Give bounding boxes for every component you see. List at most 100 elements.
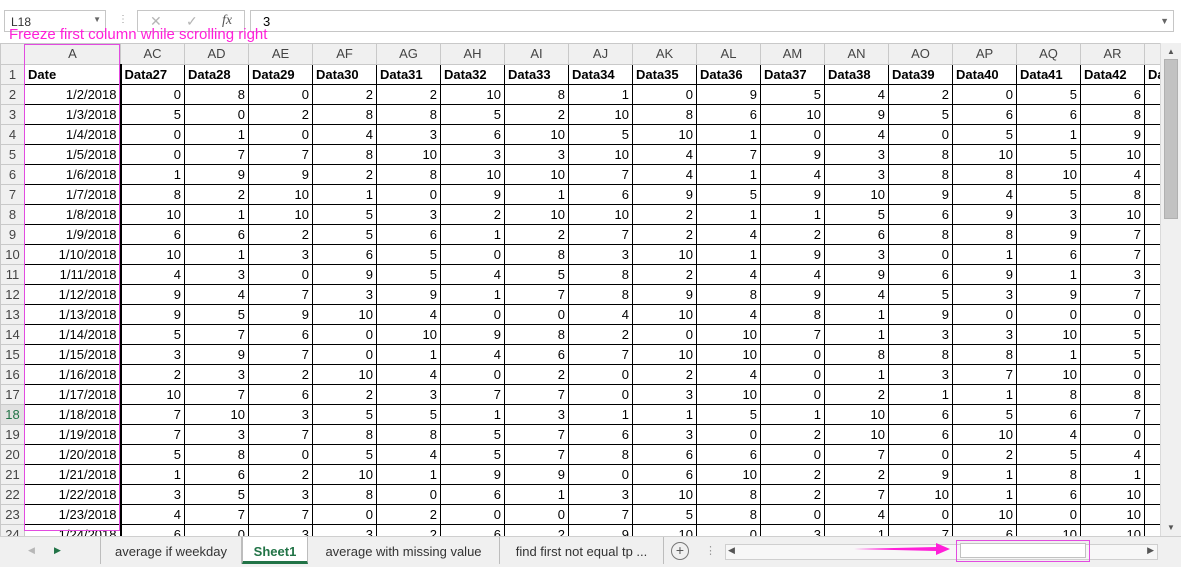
- date-cell[interactable]: 1/13/2018: [24, 304, 122, 325]
- data-cell[interactable]: 3: [376, 124, 441, 145]
- data-cell[interactable]: 1: [952, 244, 1017, 265]
- column-header[interactable]: AJ: [568, 43, 633, 65]
- data-cell[interactable]: 1: [376, 464, 441, 485]
- data-cell[interactable]: 2: [376, 84, 441, 105]
- data-cell[interactable]: 10: [632, 344, 697, 365]
- data-cell[interactable]: 10: [1016, 524, 1081, 536]
- data-cell[interactable]: 10: [120, 384, 185, 405]
- data-cell[interactable]: 6: [184, 224, 249, 245]
- data-cell[interactable]: 0: [248, 444, 313, 465]
- data-cell[interactable]: 9: [696, 84, 761, 105]
- row-header[interactable]: 12: [0, 284, 25, 305]
- data-cell[interactable]: 2: [504, 524, 569, 536]
- data-cell[interactable]: 5: [376, 404, 441, 425]
- data-cell[interactable]: 4: [760, 164, 825, 185]
- data-cell[interactable]: 8: [312, 484, 377, 505]
- data-cell[interactable]: 0: [952, 84, 1017, 105]
- worksheet-grid[interactable]: AACADAEAFAGAHAIAJAKALAMANAOAPAQARA1DateD…: [0, 43, 1160, 536]
- scroll-down-icon[interactable]: ▼: [1167, 523, 1175, 532]
- data-cell[interactable]: 8: [184, 84, 249, 105]
- data-cell[interactable]: 1: [824, 524, 889, 536]
- data-cell[interactable]: 8: [760, 304, 825, 325]
- data-cell[interactable]: 10: [696, 344, 761, 365]
- data-cell[interactable]: 8: [952, 224, 1017, 245]
- data-cell[interactable]: 4: [824, 284, 889, 305]
- data-cell[interactable]: 1: [1016, 344, 1081, 365]
- header-cell[interactable]: Data38: [824, 64, 889, 85]
- data-cell[interactable]: [1144, 124, 1160, 145]
- data-cell[interactable]: [1144, 284, 1160, 305]
- data-cell[interactable]: 0: [312, 324, 377, 345]
- column-header[interactable]: AF: [312, 43, 377, 65]
- data-cell[interactable]: 3: [504, 144, 569, 165]
- data-cell[interactable]: 8: [696, 284, 761, 305]
- data-cell[interactable]: 0: [312, 344, 377, 365]
- data-cell[interactable]: 10: [568, 144, 633, 165]
- data-cell[interactable]: 10: [120, 204, 185, 225]
- header-cell[interactable]: Data34: [568, 64, 633, 85]
- data-cell[interactable]: [1144, 384, 1160, 405]
- data-cell[interactable]: 2: [184, 184, 249, 205]
- data-cell[interactable]: 9: [184, 164, 249, 185]
- data-cell[interactable]: 7: [696, 144, 761, 165]
- data-cell[interactable]: 0: [1080, 424, 1145, 445]
- data-cell[interactable]: 7: [184, 144, 249, 165]
- data-cell[interactable]: 5: [504, 264, 569, 285]
- data-cell[interactable]: 0: [440, 244, 505, 265]
- data-cell[interactable]: 10: [504, 124, 569, 145]
- data-cell[interactable]: 8: [312, 144, 377, 165]
- data-cell[interactable]: 10: [504, 164, 569, 185]
- data-cell[interactable]: 2: [248, 364, 313, 385]
- column-header[interactable]: AP: [952, 43, 1017, 65]
- chevron-down-icon[interactable]: ▼: [93, 15, 101, 24]
- data-cell[interactable]: 8: [952, 344, 1017, 365]
- date-cell[interactable]: 1/21/2018: [24, 464, 122, 485]
- data-cell[interactable]: 8: [888, 164, 953, 185]
- header-cell[interactable]: Data30: [312, 64, 377, 85]
- row-header[interactable]: 3: [0, 104, 25, 125]
- data-cell[interactable]: 8: [696, 504, 761, 525]
- data-cell[interactable]: 2: [248, 104, 313, 125]
- data-cell[interactable]: 4: [696, 264, 761, 285]
- data-cell[interactable]: 0: [504, 304, 569, 325]
- data-cell[interactable]: 6: [1016, 404, 1081, 425]
- data-cell[interactable]: 9: [248, 164, 313, 185]
- data-cell[interactable]: 7: [504, 284, 569, 305]
- column-header[interactable]: AL: [696, 43, 761, 65]
- data-cell[interactable]: [1144, 484, 1160, 505]
- data-cell[interactable]: 0: [888, 124, 953, 145]
- data-cell[interactable]: [1144, 364, 1160, 385]
- data-cell[interactable]: 10: [440, 84, 505, 105]
- data-cell[interactable]: 0: [888, 444, 953, 465]
- data-cell[interactable]: 6: [440, 484, 505, 505]
- data-cell[interactable]: 5: [1016, 444, 1081, 465]
- data-cell[interactable]: 7: [120, 404, 185, 425]
- data-cell[interactable]: 9: [312, 264, 377, 285]
- data-cell[interactable]: 2: [760, 224, 825, 245]
- data-cell[interactable]: 5: [120, 104, 185, 125]
- data-cell[interactable]: 8: [376, 164, 441, 185]
- data-cell[interactable]: 9: [760, 284, 825, 305]
- data-cell[interactable]: 0: [696, 424, 761, 445]
- row-header[interactable]: 6: [0, 164, 25, 185]
- column-header[interactable]: AK: [632, 43, 697, 65]
- data-cell[interactable]: 3: [1080, 264, 1145, 285]
- data-cell[interactable]: 5: [376, 264, 441, 285]
- header-cell[interactable]: Data41: [1016, 64, 1081, 85]
- data-cell[interactable]: 1: [696, 124, 761, 145]
- date-cell[interactable]: 1/14/2018: [24, 324, 122, 345]
- row-header[interactable]: 18: [0, 404, 25, 425]
- data-cell[interactable]: 9: [952, 204, 1017, 225]
- data-cell[interactable]: 10: [632, 304, 697, 325]
- data-cell[interactable]: 9: [120, 304, 185, 325]
- data-cell[interactable]: 6: [312, 244, 377, 265]
- row-header[interactable]: 4: [0, 124, 25, 145]
- data-cell[interactable]: 3: [376, 384, 441, 405]
- data-cell[interactable]: 5: [696, 404, 761, 425]
- data-cell[interactable]: 8: [824, 344, 889, 365]
- data-cell[interactable]: 1: [888, 384, 953, 405]
- tab-sheet1[interactable]: Sheet1: [242, 537, 308, 564]
- data-cell[interactable]: [1144, 144, 1160, 165]
- data-cell[interactable]: 10: [1080, 484, 1145, 505]
- date-cell[interactable]: 1/17/2018: [24, 384, 122, 405]
